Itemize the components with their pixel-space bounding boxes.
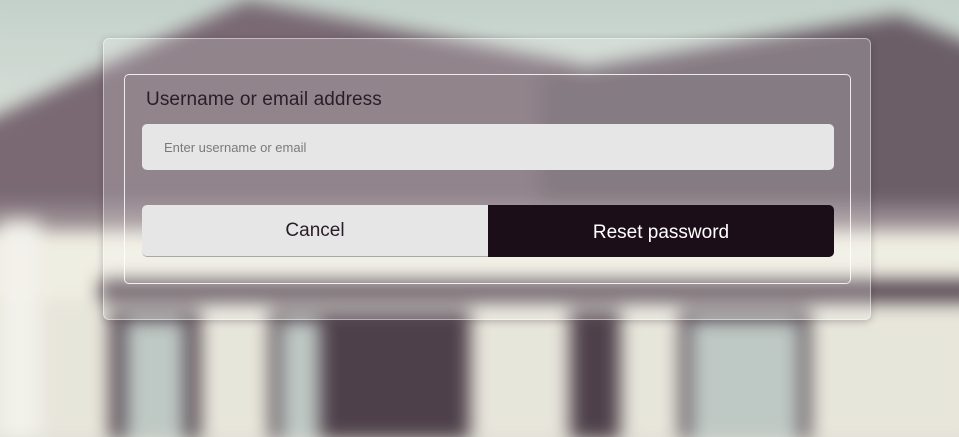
button-row: Cancel Reset password bbox=[142, 205, 834, 257]
form-fieldset: Username or email address Cancel Reset p… bbox=[124, 74, 851, 284]
reset-password-button[interactable]: Reset password bbox=[488, 205, 834, 257]
cancel-button[interactable]: Cancel bbox=[142, 205, 488, 257]
reset-password-card: Username or email address Cancel Reset p… bbox=[103, 38, 871, 320]
username-email-input[interactable] bbox=[142, 124, 834, 170]
username-email-label: Username or email address bbox=[146, 89, 382, 110]
